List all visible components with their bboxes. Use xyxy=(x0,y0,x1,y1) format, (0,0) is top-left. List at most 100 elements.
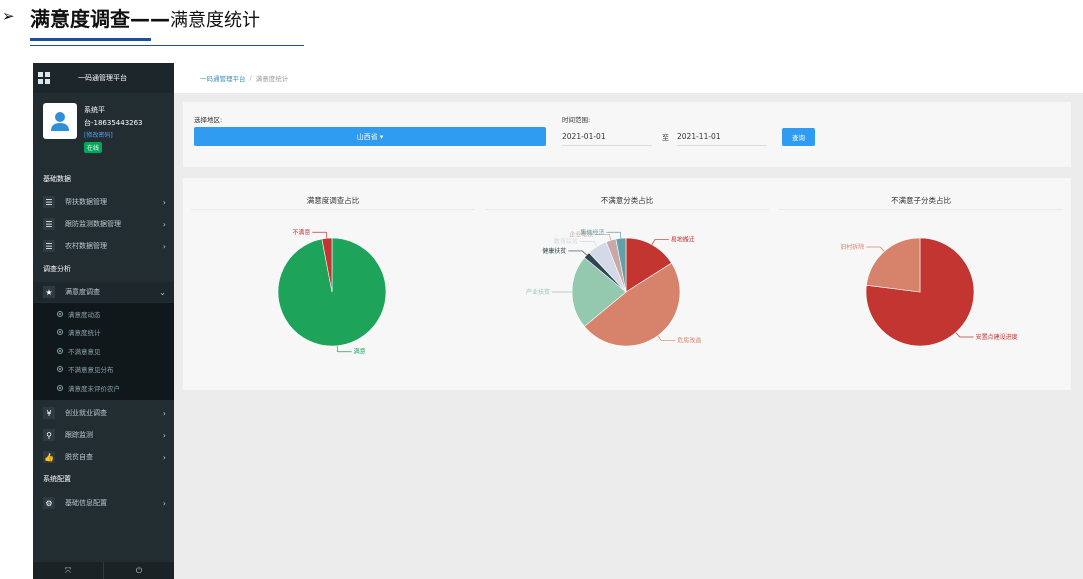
sidebar-item-label: 农村数据管理 xyxy=(65,242,107,250)
chevron-right-icon: › xyxy=(162,241,166,251)
star-icon: ★ xyxy=(43,286,55,298)
query-button[interactable]: 查询 xyxy=(782,128,815,146)
label-leader-line xyxy=(657,335,676,341)
user-phone: 台-18635443263 xyxy=(84,119,143,127)
sidebar-item-aid-data[interactable]: ☰ 帮扶数据管理 › xyxy=(33,192,174,212)
sidebar-item-self-check[interactable]: 👍 脱贫自查 › xyxy=(33,447,174,467)
sidebar-item-label: 基础信息配置 xyxy=(65,499,107,507)
sidebar-item-label: 跟防监测数据管理 xyxy=(65,220,121,228)
list-icon: ☰ xyxy=(43,240,55,252)
chevron-right-icon: › xyxy=(162,452,166,462)
circle-icon xyxy=(57,385,63,391)
circle-icon xyxy=(57,329,63,335)
sidebar-item-label: 创业就业调查 xyxy=(65,409,107,417)
sidebar-item-employment[interactable]: ¥ 创业就业调查 › xyxy=(33,403,174,423)
title-underline-thin xyxy=(30,45,304,46)
date-from-input[interactable]: 2021-01-01 xyxy=(562,127,652,146)
submenu-item[interactable]: 不满意意见分布 xyxy=(57,364,114,374)
chevron-right-icon: › xyxy=(162,498,166,508)
sidebar-item-label: 满意度调查 xyxy=(65,288,100,296)
submenu: 满意度动态 满意度统计 不满意意见 不满意意见分布 满意度未评价农户 xyxy=(33,303,174,400)
region-label: 选择地区: xyxy=(194,116,223,124)
pie-slice-label: 危房改造 xyxy=(677,337,701,345)
sidebar-item-rural-data[interactable]: ☰ 农村数据管理 › xyxy=(33,236,174,256)
sidebar-footer: ⤧ ⏻ xyxy=(33,562,174,579)
submenu-item[interactable]: 满意度动态 xyxy=(57,309,101,319)
pie-slice-label: 安置点建设进度 xyxy=(976,333,1018,341)
label-leader-line xyxy=(568,250,587,256)
search-icon: ⚲ xyxy=(43,429,55,441)
label-leader-line xyxy=(312,231,328,239)
chevron-down-icon: ⌄ xyxy=(159,287,166,297)
label-leader-line xyxy=(866,246,885,252)
circle-icon xyxy=(57,366,63,372)
filter-panel: 选择地区: 山西省 ▾ 时间范围: 2021-01-01 至 2021-11-0… xyxy=(183,102,1071,167)
main-content: 一码通管理平台 / 满意度统计 选择地区: 山西省 ▾ 时间范围: 2021-0… xyxy=(174,63,1083,579)
sidebar-item-satisfaction[interactable]: ★ 满意度调查 ⌄ xyxy=(33,282,174,302)
pie-slice-label: 旧村拆除 xyxy=(840,243,864,251)
pie-slice-label: 产业扶贫 xyxy=(526,288,550,296)
charts-panel: 满意度调查占比 不满意分类占比 不满意子分类占比 满意 不满意 易地搬迁 危房改造 产业… xyxy=(183,178,1071,390)
slide-title: 满意度调查——满意度统计 xyxy=(30,3,260,32)
pie-slice-label: 健康扶贫 xyxy=(542,247,566,255)
section-survey-analysis: 调查分析 xyxy=(43,265,71,273)
pie-slice-label: 集体经济 xyxy=(580,228,604,236)
chevron-right-icon: › xyxy=(162,408,166,418)
pie-charts-svg: 满意不满意易地搬迁危房改造产业扶贫健康扶贫教育扶贫企业帮扶集体经济安置点建设进度… xyxy=(277,228,1018,356)
yen-icon: ¥ xyxy=(43,407,55,419)
slide-header: ➢ 满意度调查——满意度统计 xyxy=(0,0,1083,60)
status-badge: 在线 xyxy=(84,142,103,153)
gear-icon: ⚙ xyxy=(43,497,55,509)
sidebar-header: 一码通管理平台 xyxy=(33,63,174,93)
list-icon: ☰ xyxy=(43,218,55,230)
fullscreen-icon[interactable]: ⤧ xyxy=(33,562,103,579)
label-leader-line xyxy=(579,240,598,247)
sidebar-item-basic-config[interactable]: ⚙ 基础信息配置 › xyxy=(33,493,174,513)
sidebar-item-label: 脱贫自查 xyxy=(65,453,93,461)
submenu-item[interactable]: 不满意意见 xyxy=(57,346,101,356)
pie-slice[interactable] xyxy=(866,237,921,293)
arrow-bullet-icon: ➢ xyxy=(2,7,15,25)
breadcrumb-separator: / xyxy=(249,74,252,82)
region-select-button[interactable]: 山西省 ▾ xyxy=(194,127,546,146)
label-leader-line xyxy=(336,345,352,353)
power-icon[interactable]: ⏻ xyxy=(103,562,174,579)
user-name: 系统平 xyxy=(84,106,105,114)
section-system-config: 系统配置 xyxy=(43,475,71,483)
title-underline-thick xyxy=(30,38,151,41)
sidebar: 一码通管理平台 系统平 台-18635443263 [修改密码] 在线 基础数据… xyxy=(33,63,174,579)
circle-icon xyxy=(57,348,63,354)
date-to-separator: 至 xyxy=(662,134,669,142)
breadcrumb: 一码通管理平台 / 满意度统计 xyxy=(174,63,1083,93)
section-basic-data: 基础数据 xyxy=(43,175,71,183)
pie-slice-label: 教育扶贫 xyxy=(554,237,578,245)
grid-menu-icon[interactable] xyxy=(38,72,50,84)
circle-icon xyxy=(57,311,63,317)
label-leader-line xyxy=(651,239,669,245)
chevron-right-icon: › xyxy=(162,430,166,440)
change-password-link[interactable]: [修改密码] xyxy=(84,130,113,139)
avatar xyxy=(43,103,77,139)
sidebar-item-monitor-data[interactable]: ☰ 跟防监测数据管理 › xyxy=(33,214,174,234)
time-range-label: 时间范围: xyxy=(562,116,591,124)
pie-slice-label: 满意 xyxy=(354,348,366,356)
brand-name: 一码通管理平台 xyxy=(78,74,127,82)
pie-slice-label: 不满意 xyxy=(292,228,310,236)
submenu-item[interactable]: 满意度未评价农户 xyxy=(57,383,120,393)
list-icon: ☰ xyxy=(43,196,55,208)
breadcrumb-home[interactable]: 一码通管理平台 xyxy=(200,73,246,83)
sidebar-item-label: 跟踪监测 xyxy=(65,431,93,439)
chevron-right-icon: › xyxy=(162,219,166,229)
app-window: 一码通管理平台 系统平 台-18635443263 [修改密码] 在线 基础数据… xyxy=(33,63,1083,579)
submenu-item-active[interactable]: 满意度统计 xyxy=(57,327,101,337)
pie-slice-label: 易地搬迁 xyxy=(671,235,695,243)
date-to-input[interactable]: 2021-11-01 xyxy=(677,127,767,146)
chevron-right-icon: › xyxy=(162,197,166,207)
label-leader-line xyxy=(606,231,622,239)
label-leader-line xyxy=(955,332,974,338)
thumb-icon: 👍 xyxy=(43,451,55,463)
sidebar-item-label: 帮扶数据管理 xyxy=(65,198,107,206)
sidebar-item-tracking[interactable]: ⚲ 跟踪监测 › xyxy=(33,425,174,445)
user-panel: 系统平 台-18635443263 [修改密码] 在线 xyxy=(43,103,171,163)
slide-title-bold: 满意度调查—— xyxy=(30,7,170,31)
